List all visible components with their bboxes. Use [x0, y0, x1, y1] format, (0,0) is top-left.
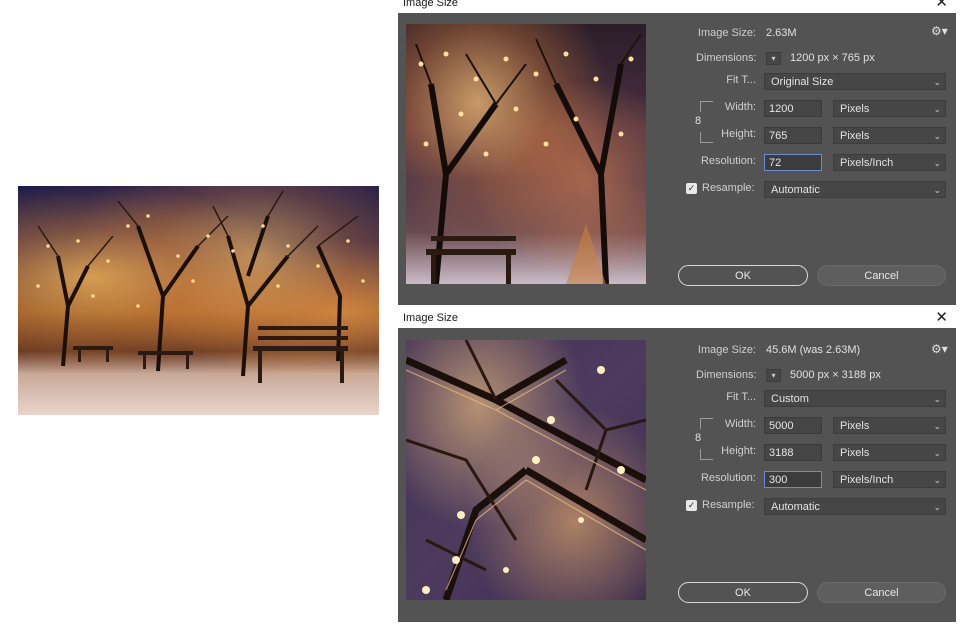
resample-value: Automatic: [771, 184, 820, 196]
dialog-title: Image Size: [403, 0, 459, 9]
preview-trees: [415, 33, 642, 284]
dialog-titlebar: Image Size ✕: [398, 308, 956, 328]
width-unit-value: Pixels: [840, 420, 870, 432]
chevron-down-icon: ⌄: [933, 77, 941, 87]
height-label: Height:: [721, 128, 756, 140]
dimensions-value: 5000 px × 3188 px: [790, 369, 881, 381]
resolution-unit-value: Pixels/Inch: [840, 474, 894, 486]
dialog-titlebar: Image Size ✕: [398, 0, 956, 13]
height-unit-value: Pixels: [840, 130, 870, 142]
fit-to-value: Original Size: [771, 76, 834, 88]
fit-to-label: Fit T...: [726, 74, 756, 86]
constrain-proportions-link[interactable]: 8: [695, 101, 713, 143]
chevron-down-icon: ⌄: [933, 394, 941, 404]
resolution-label: Resolution:: [700, 472, 756, 484]
resample-checkbox[interactable]: ✓: [686, 500, 697, 511]
fit-to-select[interactable]: Custom ⌄: [764, 390, 946, 407]
ok-button[interactable]: OK: [678, 265, 808, 286]
image-size-value: 2.63M: [766, 27, 797, 39]
resample-checkbox[interactable]: ✓: [686, 183, 697, 194]
chevron-down-icon: ⌄: [933, 131, 941, 141]
width-input[interactable]: 5000: [764, 417, 822, 434]
image-size-label: Image Size:: [697, 344, 756, 356]
width-unit-value: Pixels: [840, 103, 870, 115]
height-unit-value: Pixels: [840, 447, 870, 459]
height-unit-select[interactable]: Pixels ⌄: [833, 444, 946, 461]
preview-branches-zoomed: [406, 340, 646, 600]
constrain-proportions-link[interactable]: 8: [695, 418, 713, 460]
resolution-label: Resolution:: [700, 155, 756, 167]
chevron-down-icon: ⌄: [933, 421, 941, 431]
height-unit-select[interactable]: Pixels ⌄: [833, 127, 946, 144]
chevron-down-icon: ⌄: [933, 502, 941, 512]
image-size-dialog-1: Image Size ✕ Image Size: 2.63M ⚙▾ Dimens…: [398, 0, 956, 305]
chain-link-icon: 8: [695, 432, 702, 444]
resolution-input[interactable]: 72: [764, 154, 822, 171]
width-label: Width:: [724, 418, 756, 430]
fit-to-label: Fit T...: [726, 391, 756, 403]
close-icon[interactable]: ✕: [935, 308, 948, 328]
dimensions-value: 1200 px × 765 px: [790, 52, 875, 64]
image-preview[interactable]: [406, 24, 646, 284]
height-label: Height:: [721, 445, 756, 457]
resample-value: Automatic: [771, 501, 820, 513]
image-size-dialog-2: Image Size ✕ Image Size: 45.6M (was 2.63…: [398, 308, 956, 622]
chevron-down-icon: ⌄: [933, 475, 941, 485]
cancel-button[interactable]: Cancel: [817, 265, 946, 286]
source-photo: [18, 186, 379, 415]
ok-button[interactable]: OK: [678, 582, 808, 603]
resolution-unit-value: Pixels/Inch: [840, 157, 894, 169]
chevron-down-icon[interactable]: ▾: [766, 52, 781, 65]
resample-select[interactable]: Automatic ⌄: [764, 498, 946, 515]
resolution-unit-select[interactable]: Pixels/Inch ⌄: [833, 154, 946, 171]
width-input[interactable]: 1200: [764, 100, 822, 117]
image-size-value: 45.6M (was 2.63M): [766, 344, 861, 356]
close-icon[interactable]: ✕: [935, 0, 948, 13]
width-unit-select[interactable]: Pixels ⌄: [833, 417, 946, 434]
chevron-down-icon: ⌄: [933, 158, 941, 168]
screen: Image Size ✕ Image Size: 2.63M ⚙▾ Dimens…: [0, 0, 966, 633]
chevron-down-icon: ⌄: [933, 185, 941, 195]
chain-link-icon: 8: [695, 115, 702, 127]
dimensions-label: Dimensions:: [696, 52, 757, 64]
image-preview[interactable]: [406, 340, 646, 600]
chevron-down-icon[interactable]: ▾: [766, 369, 781, 382]
tree-silhouettes: [36, 190, 365, 383]
cancel-button[interactable]: Cancel: [817, 582, 946, 603]
resample-select[interactable]: Automatic ⌄: [764, 181, 946, 198]
gear-icon[interactable]: ⚙▾: [931, 24, 948, 38]
gear-icon[interactable]: ⚙▾: [931, 342, 948, 356]
chevron-down-icon: ⌄: [933, 448, 941, 458]
height-input[interactable]: 3188: [764, 444, 822, 461]
chevron-down-icon: ⌄: [933, 104, 941, 114]
resample-label: Resample:: [702, 182, 755, 194]
width-label: Width:: [724, 101, 756, 113]
resolution-unit-select[interactable]: Pixels/Inch ⌄: [833, 471, 946, 488]
resolution-input[interactable]: 300: [764, 471, 822, 488]
height-input[interactable]: 765: [764, 127, 822, 144]
fit-to-value: Custom: [771, 393, 809, 405]
dimensions-label: Dimensions:: [696, 369, 757, 381]
fit-to-select[interactable]: Original Size ⌄: [764, 73, 946, 90]
width-unit-select[interactable]: Pixels ⌄: [833, 100, 946, 117]
resample-label: Resample:: [702, 499, 755, 511]
image-size-label: Image Size:: [697, 27, 756, 39]
dialog-title: Image Size: [403, 312, 459, 324]
